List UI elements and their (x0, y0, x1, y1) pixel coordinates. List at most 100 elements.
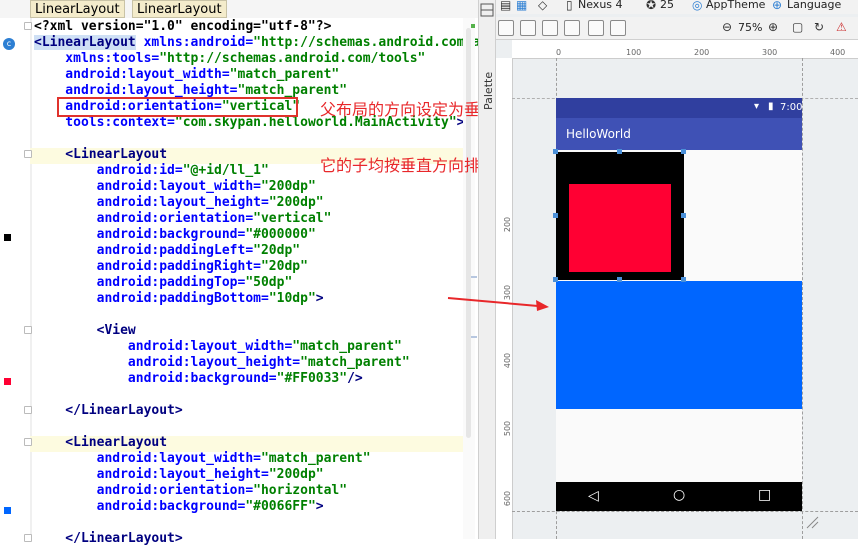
code-token: <LinearLayout (34, 435, 168, 450)
code-token: > (315, 291, 324, 306)
fold-marker-icon[interactable] (24, 22, 32, 30)
fold-marker-icon[interactable] (24, 326, 32, 334)
zoom-level: 75% (738, 21, 763, 34)
code-line[interactable]: android:id="@+id/ll_1" (34, 163, 269, 179)
theme-selector[interactable]: AppTheme (706, 0, 765, 11)
code-line[interactable]: </LinearLayout> (34, 403, 183, 419)
code-line[interactable]: android:orientation="horizontal" (34, 483, 347, 499)
code-line[interactable]: android:background="#000000" (34, 227, 316, 243)
code-line[interactable]: android:paddingTop="50dp" (34, 275, 293, 291)
selection-handle[interactable] (553, 213, 558, 218)
ruler-label: 200 (694, 48, 710, 57)
blueprint-icon[interactable]: ▦ (516, 0, 527, 12)
fold-marker-icon[interactable] (24, 534, 32, 542)
resize-grip-icon[interactable] (805, 514, 819, 529)
code-token: xmlns:android= (135, 35, 254, 50)
code-token: > (315, 499, 324, 514)
selection-handle[interactable] (681, 213, 686, 218)
grid-icon[interactable] (520, 20, 536, 36)
api-selector[interactable]: 25 (660, 0, 674, 11)
code-token: android:layout_width= (34, 451, 261, 466)
code-line[interactable]: <LinearLayout xmlns:android="http://sche… (34, 35, 488, 51)
code-line[interactable]: <LinearLayout (34, 435, 167, 451)
linearlayout-blue[interactable] (556, 281, 802, 409)
code-line[interactable]: android:background="#FF0033"/> (34, 371, 363, 387)
theme-icon[interactable]: ◎ (692, 0, 702, 12)
selection-handle[interactable] (681, 149, 686, 154)
code-line[interactable]: android:layout_width="200dp" (34, 179, 316, 195)
design-view-icon[interactable]: ▤ (500, 0, 511, 12)
code-line[interactable]: xmlns:tools="http://schemas.android.com/… (34, 51, 425, 67)
device-selector[interactable]: Nexus 4 (578, 0, 623, 11)
code-token: "match_parent" (229, 67, 340, 82)
selection-handle[interactable] (617, 149, 622, 154)
selection-handle[interactable] (617, 277, 622, 282)
home-icon[interactable]: ○ (673, 487, 685, 503)
code-token: android:layout_width= (34, 67, 230, 82)
breadcrumb-child-linearlayout[interactable]: LinearLayout (132, 0, 227, 18)
device-icon[interactable]: ▯ (566, 0, 573, 12)
palette-label[interactable]: Palette (482, 50, 495, 110)
language-icon[interactable]: ⊕ (772, 0, 782, 12)
refresh-icon[interactable]: ↻ (814, 20, 824, 34)
language-selector[interactable]: Language (787, 0, 841, 11)
ruler-label: 200 (503, 216, 513, 233)
code-line[interactable]: android:paddingBottom="10dp"> (34, 291, 324, 307)
fold-marker-icon[interactable] (24, 150, 32, 158)
code-line[interactable]: android:layout_width="match_parent" (34, 67, 339, 83)
selection-handle[interactable] (553, 277, 558, 282)
orientation-icon[interactable]: ◇ (538, 0, 547, 12)
zoom-in-icon[interactable]: ⊕ (768, 20, 778, 34)
expand-vertical-icon[interactable] (610, 20, 626, 36)
zoom-fit-icon[interactable]: ▢ (792, 20, 803, 34)
code-line[interactable]: <LinearLayout (34, 147, 167, 163)
code-line[interactable]: android:orientation="vertical" (34, 211, 332, 227)
code-token: android:paddingRight= (34, 259, 261, 274)
selection-handle[interactable] (553, 149, 558, 154)
code-line[interactable]: <View (34, 323, 136, 339)
breadcrumb-root-linearlayout[interactable]: LinearLayout (30, 0, 125, 18)
code-line[interactable]: android:paddingLeft="20dp" (34, 243, 301, 259)
expand-horizontal-icon[interactable] (588, 20, 604, 36)
code-line[interactable]: android:background="#0066FF"> (34, 499, 324, 515)
code-token: android:background= (34, 499, 246, 514)
code-line[interactable]: <?xml version="1.0" encoding="utf-8"?> (34, 19, 331, 35)
align-icon[interactable] (498, 20, 514, 36)
code-token: "200dp" (260, 179, 316, 194)
ruler-label: 300 (762, 48, 778, 57)
code-token: <LinearLayout (34, 35, 136, 50)
code-line[interactable]: android:layout_width="match_parent" (34, 451, 371, 467)
code-token: "http://schemas.android.com/ap (253, 35, 488, 50)
code-token: </LinearLayout> (34, 403, 183, 418)
code-line[interactable]: android:layout_height="match_parent" (34, 355, 410, 371)
code-token: "@+id/ll_1" (182, 163, 269, 178)
code-token: "match_parent" (300, 355, 410, 370)
ruler-label: 0 (556, 48, 562, 57)
back-icon[interactable]: ◁ (588, 488, 599, 504)
status-bar (556, 98, 802, 118)
arrow-icon (447, 297, 549, 311)
code-token: "20dp" (253, 243, 301, 258)
fold-marker-icon[interactable] (24, 438, 32, 446)
selection-handle[interactable] (681, 277, 686, 282)
warning-icon[interactable]: ⚠ (836, 20, 847, 34)
app-title: HelloWorld (566, 127, 631, 141)
guide-line (802, 58, 803, 539)
code-line[interactable]: android:layout_height="200dp" (34, 195, 324, 211)
code-line[interactable]: android:layout_height="200dp" (34, 467, 324, 483)
code-token: "match_parent" (292, 339, 402, 354)
code-line[interactable]: android:paddingRight="20dp" (34, 259, 308, 275)
view-red[interactable] (569, 184, 671, 272)
code-line[interactable]: </LinearLayout> (34, 531, 182, 547)
palette-tab-icon[interactable] (480, 2, 494, 17)
sum-icon[interactable] (542, 20, 558, 36)
ruler-label: 100 (626, 48, 642, 57)
code-token: android:background= (34, 371, 277, 386)
zoom-out-icon[interactable]: ⊖ (722, 20, 732, 34)
fold-marker-icon[interactable] (24, 406, 32, 414)
api-icon[interactable]: ✪ (646, 0, 656, 12)
code-token: "horizontal" (253, 483, 348, 498)
code-line[interactable]: android:layout_width="match_parent" (34, 339, 402, 355)
clear-constraints-icon[interactable] (564, 20, 580, 36)
recents-icon[interactable]: □ (758, 487, 771, 503)
